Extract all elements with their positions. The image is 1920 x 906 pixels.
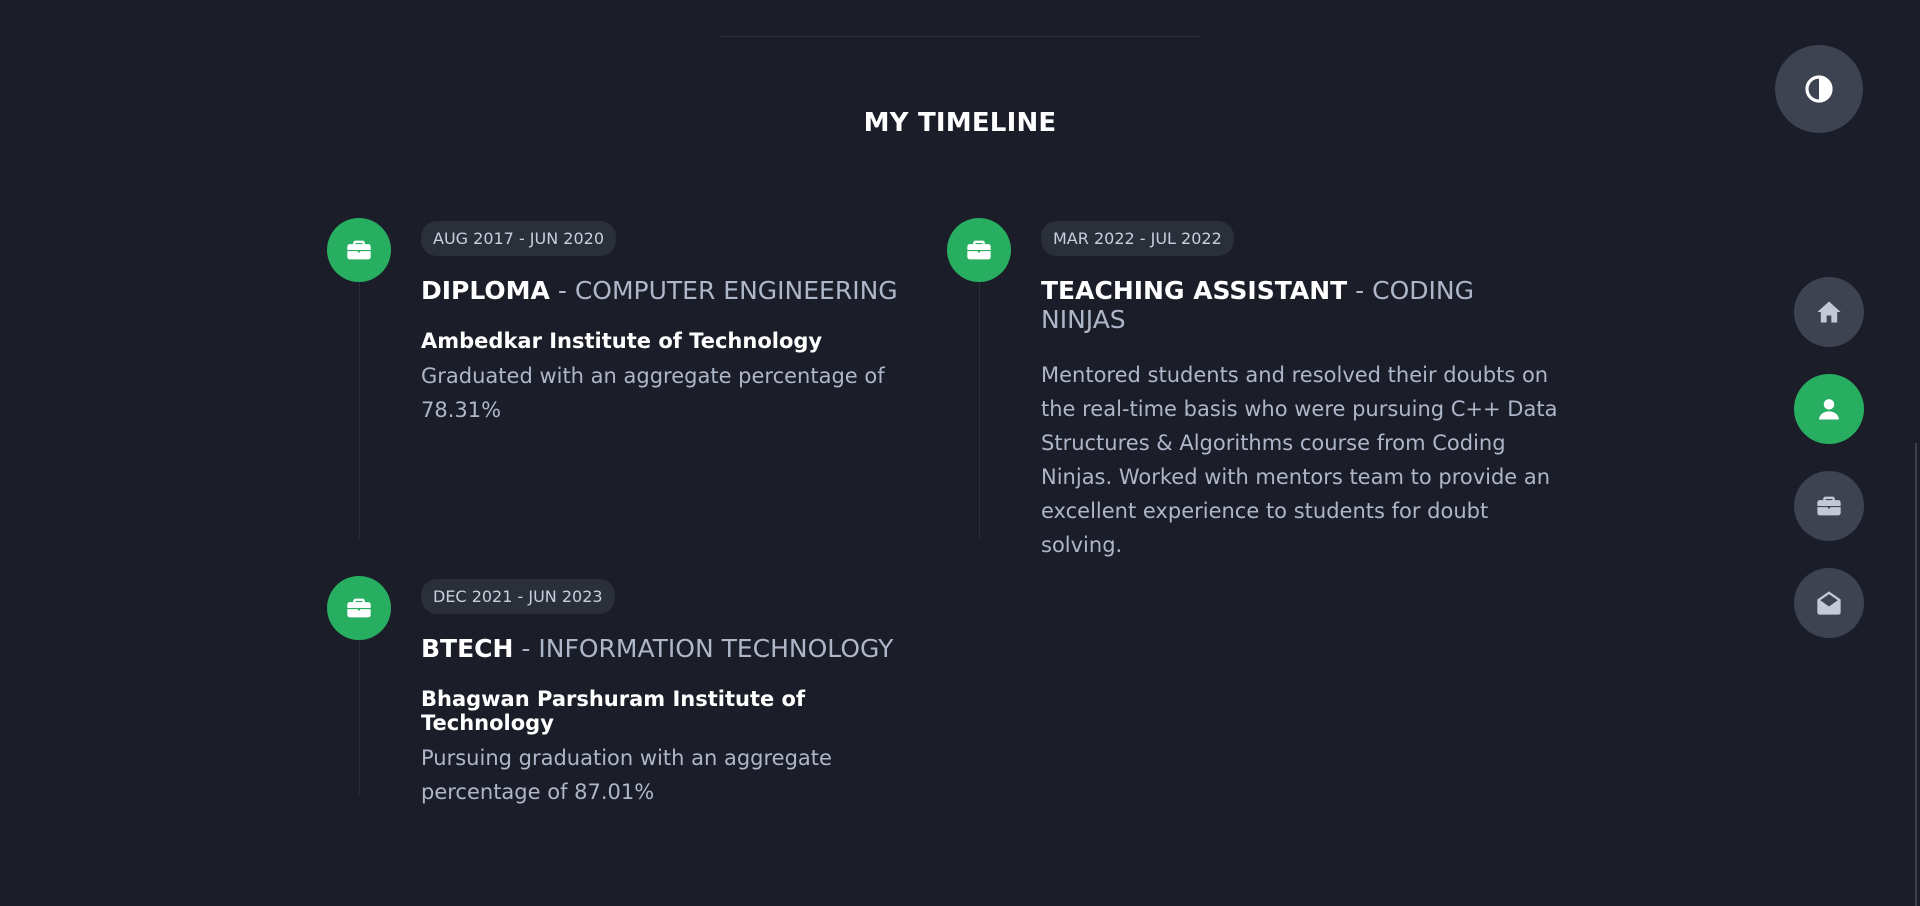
date-badge: MAR 2022 - JUL 2022 [1041, 221, 1234, 256]
timeline-icon-badge [327, 218, 391, 282]
scrollbar-thumb[interactable] [1915, 443, 1917, 906]
nav-contact-button[interactable] [1794, 568, 1864, 638]
nav-about-button[interactable] [1794, 374, 1864, 444]
user-icon [1819, 399, 1839, 420]
timeline-separator: - [1347, 276, 1373, 305]
envelope-open-icon [1817, 591, 1841, 615]
section-title: MY TIMELINE [863, 108, 1057, 138]
briefcase-icon [347, 240, 371, 260]
nav-home-button[interactable] [1794, 277, 1864, 347]
nav-portfolio-button[interactable] [1794, 471, 1864, 541]
timeline-separator: - [513, 634, 539, 663]
timeline-field: INFORMATION TECHNOLOGY [538, 634, 894, 663]
date-badge: AUG 2017 - JUN 2020 [421, 221, 617, 256]
timeline-heading: BTECH - INFORMATION TECHNOLOGY [421, 634, 941, 663]
timeline-line [359, 640, 360, 794]
timeline-role: DIPLOMA [421, 276, 550, 305]
timeline-line [359, 280, 360, 538]
date-badge: DEC 2021 - JUN 2023 [421, 579, 615, 614]
section-divider [720, 36, 1200, 37]
timeline-item-content: MAR 2022 - JUL 2022 TEACHING ASSISTANT -… [1041, 221, 1561, 562]
timeline-description: Pursuing graduation with an aggregate pe… [421, 746, 832, 804]
timeline-line [979, 280, 980, 538]
timeline-description: Graduated with an aggregate percentage o… [421, 364, 885, 422]
timeline-institution: Bhagwan Parshuram Institute of Technolog… [421, 687, 806, 735]
contrast-icon [1805, 75, 1833, 103]
timeline-item-content: DEC 2021 - JUN 2023 BTECH - INFORMATION … [421, 579, 941, 809]
timeline-role: BTECH [421, 634, 514, 663]
timeline-role: TEACHING ASSISTANT [1041, 276, 1348, 305]
timeline-icon-badge [947, 218, 1011, 282]
briefcase-icon [1817, 496, 1841, 516]
timeline-description: Mentored students and resolved their dou… [1041, 363, 1558, 557]
timeline-heading: DIPLOMA - COMPUTER ENGINEERING [421, 276, 941, 305]
timeline-field: COMPUTER ENGINEERING [574, 276, 898, 305]
timeline-icon-badge [327, 576, 391, 640]
page: MY TIMELINE AUG 2017 - JUN 2020 DIPLOMA … [0, 0, 1920, 906]
briefcase-icon [347, 598, 371, 618]
timeline-heading: TEACHING ASSISTANT - CODING NINJAS [1041, 276, 1561, 334]
timeline-separator: - [549, 276, 575, 305]
timeline-institution: Ambedkar Institute of Technology [421, 329, 823, 353]
briefcase-icon [967, 240, 991, 260]
home-icon [1817, 301, 1841, 323]
theme-toggle-button[interactable] [1775, 45, 1863, 133]
timeline-item-content: AUG 2017 - JUN 2020 DIPLOMA - COMPUTER E… [421, 221, 941, 427]
